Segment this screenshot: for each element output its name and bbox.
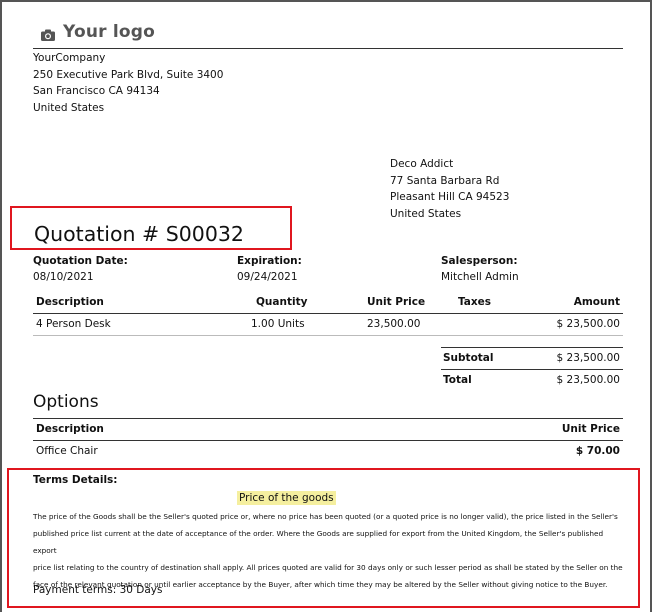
col-taxes: Taxes [458,296,492,308]
expiration-value: 09/24/2021 [237,271,298,283]
options-header-underline [33,440,623,441]
option-description: Office Chair [36,445,98,457]
terms-body: The price of the Goods shall be the Sell… [33,508,623,593]
company-logo: Your logo [41,22,155,42]
row-separator [33,335,623,336]
options-title: Options [33,392,99,412]
col-unit-price: Unit Price [367,296,426,308]
window-left-border [0,0,2,612]
customer-city: Pleasant Hill CA 94523 [390,191,510,203]
customer-name: Deco Addict [390,158,454,170]
terms-line: price list relating to the country of de… [33,563,623,572]
terms-subheading: Price of the goods [237,491,336,505]
customer-street: 77 Santa Barbara Rd [390,174,500,187]
expiration-label: Expiration: [237,255,302,267]
terms-line: The price of the Goods shall be the Sell… [33,512,618,521]
terms-line: published price list current at the date… [33,529,604,555]
subtotal-value: $ 23,500.00 [556,352,620,364]
col-description: Description [36,296,104,308]
quotation-date-value: 08/10/2021 [33,271,94,283]
subtotal-top-rule [441,347,623,348]
line-quantity: 1.00 Units [251,318,305,330]
salesperson-label: Salesperson: [441,255,518,267]
customer-country: United States [390,207,462,220]
total-label: Total [443,374,472,386]
payment-terms: Payment terms: 30 Days [33,584,163,596]
line-amount: $ 23,500.00 [556,318,620,330]
company-street: 250 Executive Park Blvd, Suite 3400 [33,68,224,81]
col-quantity: Quantity [256,296,308,308]
option-unit-price: $ 70.00 [575,445,620,457]
options-col-unit-price: Unit Price [561,423,620,435]
header-divider [33,48,623,49]
window-top-border [0,0,652,2]
options-col-description: Description [36,423,104,435]
line-description: 4 Person Desk [36,318,111,330]
salesperson-value: Mitchell Admin [441,271,519,283]
company-country: United States [33,101,105,114]
page-title: Quotation # S00032 [34,222,244,246]
customer-address: Deco Addict 77 Santa Barbara Rd Pleasant… [390,156,509,222]
col-amount: Amount [573,296,620,308]
company-address: YourCompany 250 Executive Park Blvd, Sui… [33,50,223,116]
terms-heading: Terms Details: [33,474,118,486]
total-top-rule [441,369,623,370]
camera-icon [41,26,55,41]
quotation-date-label: Quotation Date: [33,255,128,267]
header-underline [33,313,623,314]
company-city: San Francisco CA 94134 [33,85,160,97]
total-value: $ 23,500.00 [556,374,620,386]
line-unit-price: 23,500.00 [367,318,421,330]
subtotal-label: Subtotal [443,352,494,364]
company-name: YourCompany [33,52,106,64]
logo-text: Your logo [63,22,155,42]
options-top-rule [33,418,623,419]
